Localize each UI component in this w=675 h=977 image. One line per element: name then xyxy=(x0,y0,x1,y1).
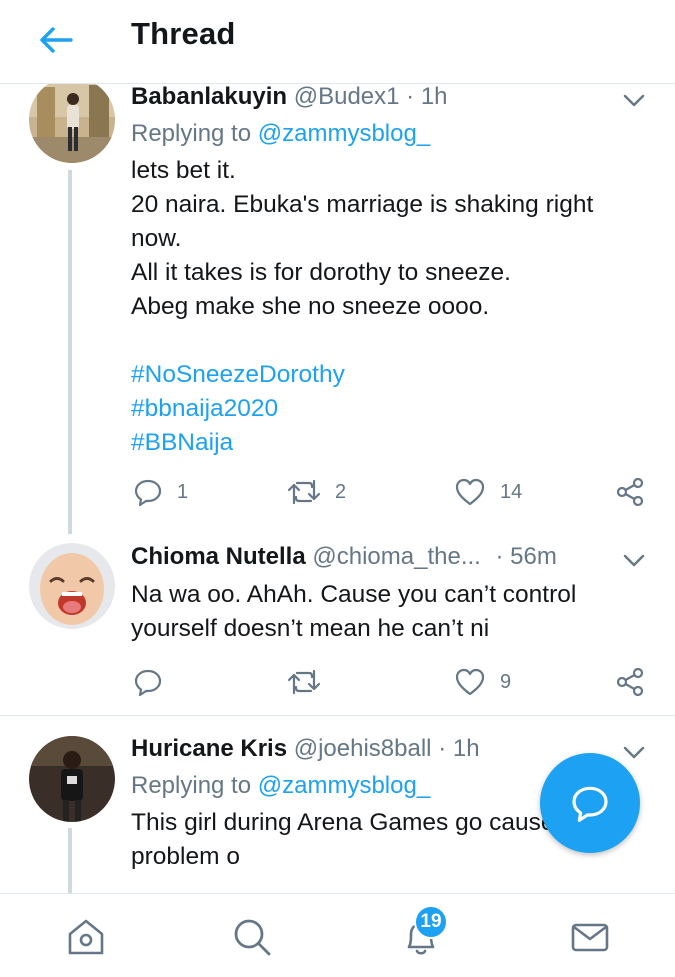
tweet-line: Abeg make she no sneeze oooo. xyxy=(131,293,490,320)
chevron-down-icon xyxy=(623,746,645,759)
display-name[interactable]: Huricane Kris xyxy=(131,735,287,762)
back-button[interactable] xyxy=(36,22,76,58)
messages-icon xyxy=(571,923,609,952)
tweet-line: All it takes is for dorothy to sneeze. xyxy=(131,259,511,286)
tweet-text: lets bet it. 20 naira. Ebuka's marriage … xyxy=(131,154,651,460)
like-button[interactable]: 14 xyxy=(454,475,522,509)
reply-button[interactable]: 1 xyxy=(133,475,188,509)
like-count: 9 xyxy=(500,670,512,693)
replying-to-label: Replying to xyxy=(131,120,252,147)
separator-dot: · xyxy=(406,84,415,110)
user-handle[interactable]: @joehis8ball xyxy=(294,735,432,762)
nav-search[interactable] xyxy=(222,912,282,962)
timestamp: 1h xyxy=(452,735,480,762)
nav-messages[interactable] xyxy=(560,912,620,962)
more-options-button[interactable] xyxy=(621,90,647,110)
retweet-button[interactable] xyxy=(287,665,321,699)
user-handle[interactable]: @Budex1 xyxy=(294,84,400,110)
tweet-line: lets bet it. xyxy=(131,157,236,184)
tweet-divider xyxy=(0,715,675,716)
nav-home[interactable] xyxy=(56,912,116,962)
replying-to-label: Replying to xyxy=(131,772,252,799)
more-options-button[interactable] xyxy=(621,742,647,762)
timestamp: 56m xyxy=(510,543,557,570)
more-options-button[interactable] xyxy=(621,550,647,570)
hashtag-link[interactable]: #bbnaija2020 xyxy=(131,392,651,426)
reply-button[interactable] xyxy=(133,665,163,699)
arrow-left-icon xyxy=(40,27,73,53)
replying-to: Replying to @zammysblog_ xyxy=(131,119,430,149)
thread-line xyxy=(68,828,72,893)
share-icon xyxy=(616,477,644,507)
tweet-header: Babanlakuyin @Budex1 · 1h xyxy=(131,84,448,112)
home-icon xyxy=(68,919,104,955)
search-icon xyxy=(234,919,271,956)
tweet-header: Huricane Kris @joehis8ball · 1h xyxy=(131,734,480,764)
share-button[interactable] xyxy=(615,475,645,509)
like-button[interactable]: 9 xyxy=(454,665,511,699)
tweet-actions: 1 2 14 xyxy=(131,475,651,509)
share-icon xyxy=(616,667,644,697)
retweet-icon xyxy=(287,669,321,695)
chevron-down-icon xyxy=(623,94,645,107)
avatar[interactable] xyxy=(29,736,115,822)
timestamp: 1h xyxy=(420,84,448,110)
hashtag-link[interactable]: #NoSneezeDorothy xyxy=(131,358,651,392)
tweet-text: Na wa oo. AhAh. Cause you can’t control y… xyxy=(131,578,651,646)
compose-reply-button[interactable] xyxy=(540,753,640,853)
reply-icon xyxy=(134,669,162,697)
tweet-line: Na wa oo. AhAh. Cause you can’t control xyxy=(131,581,577,608)
thread-line xyxy=(68,170,72,534)
retweet-count: 2 xyxy=(335,480,347,503)
heart-icon xyxy=(455,478,485,506)
tweet-line: 20 naira. Ebuka's marriage is shaking ri… xyxy=(131,191,594,218)
heart-icon xyxy=(455,668,485,696)
tweet[interactable]: Babanlakuyin @Budex1 · 1h Replying to @z… xyxy=(0,84,675,544)
chevron-down-icon xyxy=(623,554,645,567)
replying-to: Replying to @zammysblog_ xyxy=(131,771,430,801)
retweet-icon xyxy=(287,479,321,505)
display-name[interactable]: Babanlakuyin xyxy=(131,84,287,110)
tweet-actions: 9 xyxy=(131,665,651,699)
retweet-button[interactable]: 2 xyxy=(287,475,346,509)
top-bar: Thread xyxy=(0,0,675,84)
avatar[interactable] xyxy=(29,543,115,629)
reply-icon xyxy=(134,479,162,507)
app: Thread Babanlakuyin @Budex1 · 1h Replyin… xyxy=(0,0,675,977)
replying-to-handle[interactable]: @zammysblog_ xyxy=(258,120,430,147)
page-title: Thread xyxy=(131,16,236,51)
hashtag-link[interactable]: #BBNaija xyxy=(131,426,651,460)
tweet[interactable]: Chioma Nutella @chioma_the... · 56m Na wa… xyxy=(0,542,675,716)
tweet-line: yourself doesn’t mean he can’t ni xyxy=(131,615,490,642)
separator-dot: · xyxy=(438,735,447,762)
tweet-line: now. xyxy=(131,225,182,252)
reply-bubble-icon xyxy=(572,786,608,822)
display-name[interactable]: Chioma Nutella xyxy=(131,543,306,570)
separator-dot: · xyxy=(495,543,504,570)
tweet-header: Chioma Nutella @chioma_the... · 56m xyxy=(131,542,601,572)
bottom-navigation xyxy=(0,893,675,977)
user-handle[interactable]: @chioma_the... xyxy=(312,543,480,570)
reply-count: 1 xyxy=(177,480,189,503)
share-button[interactable] xyxy=(615,665,645,699)
like-count: 14 xyxy=(500,480,523,503)
replying-to-handle[interactable]: @zammysblog_ xyxy=(258,772,430,799)
notification-badge: 19 xyxy=(414,905,448,939)
avatar[interactable] xyxy=(29,84,115,163)
